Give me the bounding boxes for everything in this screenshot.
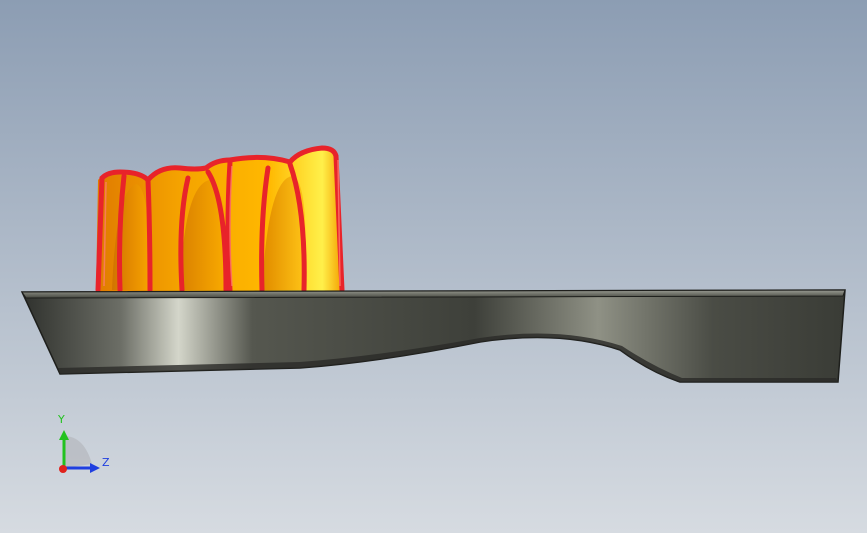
z-axis-label: Z bbox=[102, 456, 110, 469]
x-axis-origin-icon bbox=[59, 465, 67, 473]
bristle-edge-2 bbox=[145, 177, 153, 293]
model-scene[interactable] bbox=[0, 0, 867, 533]
y-axis-label: Y bbox=[58, 413, 65, 426]
graphics-viewport[interactable]: Y Z bbox=[0, 0, 867, 533]
